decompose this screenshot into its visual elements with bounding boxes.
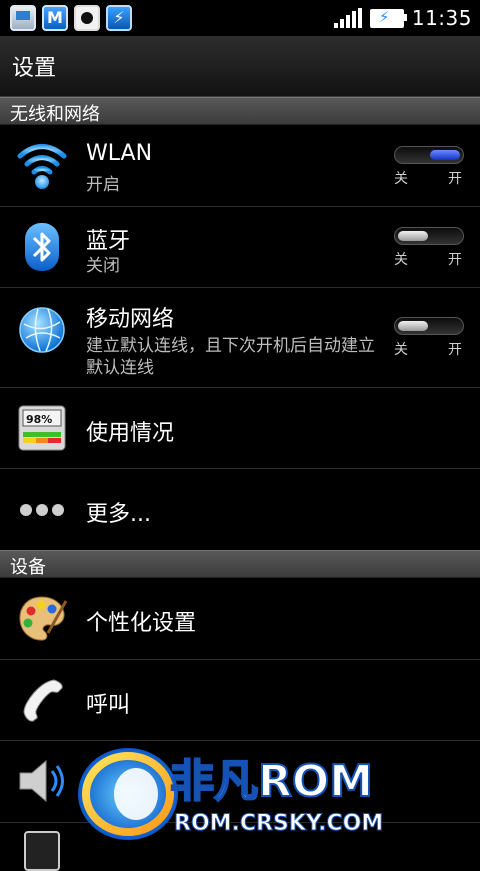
m-app-icon: M — [42, 5, 68, 31]
globe-icon — [16, 304, 68, 356]
battery-charging-icon: ⚡ — [369, 8, 407, 28]
settings-row-call[interactable]: 呼叫 — [0, 660, 480, 741]
settings-row-bluetooth[interactable]: 蓝牙 关闭 关 开 — [0, 207, 480, 288]
row-summary: 建立默认连线，且下次开机后自动建立默认连线 — [86, 336, 375, 378]
toggle-off-label: 关 — [394, 252, 408, 268]
palette-icon — [16, 593, 68, 645]
row-summary: 关闭 — [86, 256, 120, 276]
row-title: 移动网络 — [86, 307, 175, 332]
toggle-knob — [430, 150, 460, 160]
watermark-url: ROM.CRSKY.COM — [174, 811, 383, 836]
phone-icon — [16, 674, 68, 726]
section-header-device: 设备 — [0, 550, 480, 578]
toggle-on-label: 开 — [448, 342, 462, 358]
more-dots-icon — [16, 483, 68, 535]
display-icon — [24, 831, 60, 871]
status-time: 11:35 — [411, 6, 472, 30]
speaker-icon — [16, 755, 68, 807]
settings-row-usage[interactable]: 98% 使用情况 — [0, 388, 480, 469]
section-label: 设备 — [10, 557, 46, 578]
row-summary: 开启 — [86, 175, 120, 195]
bluetooth-toggle[interactable] — [394, 227, 464, 245]
usage-percent: 98% — [26, 413, 52, 426]
bluetooth-icon — [16, 221, 68, 273]
mobile-network-toggle[interactable] — [394, 317, 464, 335]
settings-row-wlan[interactable]: WLAN 开启 关 开 — [0, 125, 480, 207]
toggle-off-label: 关 — [394, 171, 408, 187]
watermark-brand: 非凡ROM — [170, 756, 373, 807]
monitor-icon — [10, 5, 36, 31]
settings-row-more[interactable]: 更多... — [0, 469, 480, 550]
row-title: 蓝牙 — [86, 229, 131, 254]
wlan-toggle[interactable] — [394, 146, 464, 164]
title-bar: 设置 — [0, 36, 480, 97]
toggle-knob — [398, 231, 428, 241]
toggle-on-label: 开 — [448, 252, 462, 268]
row-title: WLAN — [86, 141, 153, 166]
section-header-wireless: 无线和网络 — [0, 97, 480, 125]
settings-row-personalize[interactable]: 个性化设置 — [0, 578, 480, 660]
status-bar: M ⚡ ⚡ 11:35 — [0, 0, 480, 36]
satellite-icon — [74, 5, 100, 31]
row-title: 呼叫 — [86, 693, 131, 718]
page-title: 设置 — [12, 56, 57, 81]
row-title: 个性化设置 — [86, 611, 197, 636]
settings-row-mobile-network[interactable]: 移动网络 建立默认连线，且下次开机后自动建立默认连线 关 开 — [0, 288, 480, 388]
toggle-off-label: 关 — [394, 342, 408, 358]
section-label: 无线和网络 — [10, 104, 100, 125]
row-title: 使用情况 — [86, 421, 175, 446]
shield-bolt-icon: ⚡ — [106, 5, 132, 31]
toggle-on-label: 开 — [448, 171, 462, 187]
wifi-icon — [16, 139, 68, 191]
toggle-knob — [398, 321, 428, 331]
row-title: 更多... — [86, 502, 151, 527]
watermark-logo: 非凡ROM ROM.CRSKY.COM — [70, 738, 410, 848]
signal-icon — [333, 8, 362, 28]
battery-usage-icon: 98% — [16, 402, 68, 454]
